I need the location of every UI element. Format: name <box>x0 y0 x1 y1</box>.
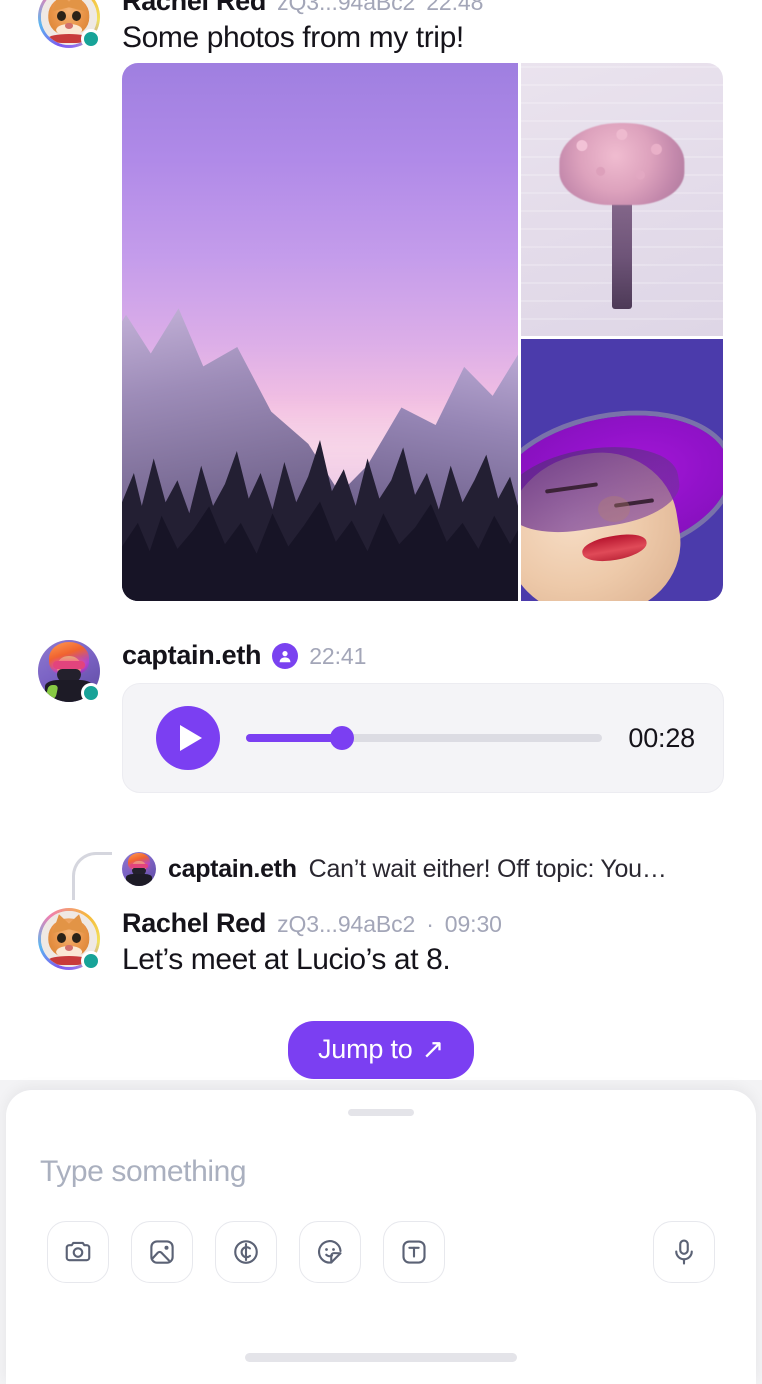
camera-icon-button[interactable] <box>47 1221 109 1283</box>
avatar[interactable] <box>38 0 101 49</box>
attachment-portrait-photo[interactable] <box>521 339 723 601</box>
verified-person-icon <box>272 642 299 669</box>
reply-quote-text: Can’t wait either! Off topic: You… <box>308 854 667 883</box>
message-time: 09:30 <box>444 911 502 937</box>
author-address: zQ3...94aBc2 <box>277 0 416 15</box>
online-status-dot <box>81 683 101 703</box>
author-address: zQ3...94aBc2 <box>277 911 416 937</box>
author-name: Rachel Red <box>122 908 267 938</box>
audio-progress-slider[interactable] <box>246 726 603 750</box>
avatar[interactable] <box>38 908 101 971</box>
message-time: 22:41 <box>309 643 367 669</box>
reply-quote-author: captain.eth <box>168 854 297 883</box>
text-format-icon-button[interactable] <box>383 1221 445 1283</box>
message-header: Rachel Red zQ3...94aBc2 · 09:30 <box>122 908 724 939</box>
meta-separator: · <box>426 911 434 937</box>
attachment-dried-flowers-photo[interactable] <box>521 63 723 336</box>
message-text-reply: Rachel Red zQ3...94aBc2 · 09:30 Let’s me… <box>38 908 724 977</box>
jump-to-container: Jump to ↗ <box>0 1021 762 1079</box>
author-name: captain.eth <box>122 640 262 670</box>
message-photos: Rachel Red zQ3...94aBc2 22:48 Some photo… <box>38 0 724 55</box>
online-status-dot <box>81 951 101 971</box>
audio-progress-fill <box>246 734 343 742</box>
audio-player[interactable]: 00:28 <box>122 683 724 793</box>
play-icon[interactable] <box>156 706 220 770</box>
composer-toolbar <box>47 1221 715 1283</box>
jump-to-button[interactable]: Jump to ↗ <box>287 1021 475 1079</box>
author-name: Rachel Red <box>122 0 267 16</box>
online-status-dot <box>81 29 101 49</box>
sticker-icon <box>315 1237 345 1267</box>
microphone-icon <box>669 1237 699 1267</box>
audio-duration: 00:28 <box>628 722 695 753</box>
message-input[interactable] <box>40 1148 722 1196</box>
message-header: Rachel Red zQ3...94aBc2 22:48 <box>122 0 724 17</box>
attachment-mountain-sunset-photo[interactable] <box>122 63 518 601</box>
jump-to-label: Jump to <box>317 1034 413 1064</box>
chat-screen: Rachel Red zQ3...94aBc2 22:48 Some photo… <box>0 0 762 1384</box>
message-text: Some photos from my trip! <box>122 21 464 54</box>
coin-icon <box>231 1237 261 1267</box>
reply-connector-line <box>72 852 112 900</box>
message-header: captain.eth 22:41 <box>122 640 724 671</box>
camera-icon <box>63 1237 93 1267</box>
reply-quote-avatar <box>122 852 156 886</box>
message-audio: captain.eth 22:41 00:28 <box>38 640 724 793</box>
message-list[interactable]: Rachel Red zQ3...94aBc2 22:48 Some photo… <box>0 0 762 1090</box>
photo-attachment-grid[interactable] <box>122 63 723 601</box>
sheet-drag-handle[interactable] <box>348 1109 414 1116</box>
microphone-icon-button[interactable] <box>653 1221 715 1283</box>
composer-sheet <box>6 1090 756 1384</box>
text-format-icon <box>399 1237 429 1267</box>
coin-icon-button[interactable] <box>215 1221 277 1283</box>
avatar[interactable] <box>38 640 101 703</box>
message-time: 22:48 <box>426 0 484 15</box>
sticker-icon-button[interactable] <box>299 1221 361 1283</box>
image-icon <box>147 1237 177 1267</box>
home-indicator <box>245 1353 517 1362</box>
message-text: Let’s meet at Lucio’s at 8. <box>122 943 451 976</box>
image-icon-button[interactable] <box>131 1221 193 1283</box>
audio-progress-knob[interactable] <box>330 726 355 750</box>
arrow-up-right-icon: ↗ <box>421 1034 445 1064</box>
reply-quote[interactable]: captain.eth Can’t wait either! Off topic… <box>122 852 724 886</box>
